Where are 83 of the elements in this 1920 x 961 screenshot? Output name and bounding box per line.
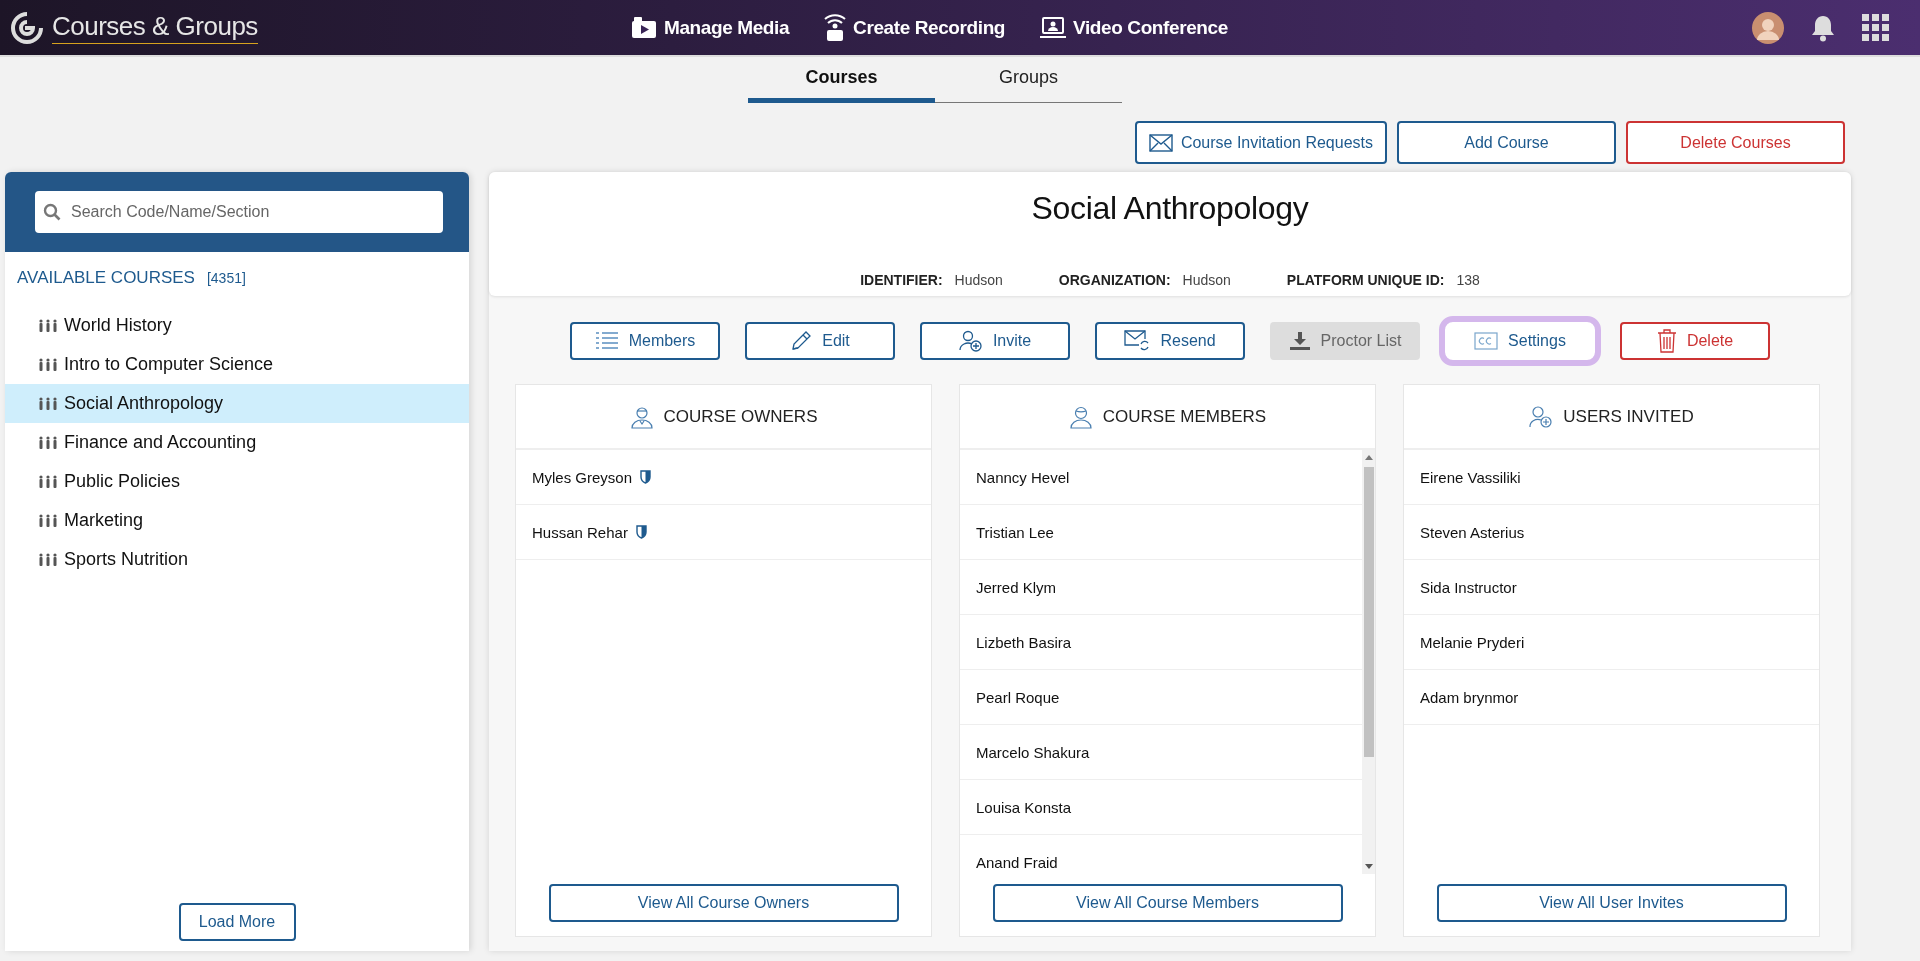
avatar-button[interactable] (1752, 11, 1784, 44)
action-button[interactable]: Invite (920, 322, 1070, 360)
field-value: Hudson (954, 272, 1003, 288)
field-value: Hudson (1182, 272, 1231, 288)
people-icon (38, 396, 58, 411)
people-icon (38, 318, 58, 333)
person-name: Pearl Roque (976, 688, 1060, 706)
field-label: PLATFORM UNIQUE ID: (1286, 272, 1445, 288)
notification-bell-icon (1810, 13, 1836, 42)
trash-icon (1656, 329, 1677, 353)
person-name: Sida Instructor (1420, 578, 1517, 596)
app-title: Courses & Groups (52, 11, 258, 44)
app-grid-button[interactable] (1862, 13, 1890, 42)
add-user-icon (958, 330, 983, 352)
add-user-icon (1529, 404, 1554, 429)
person-name: Eirene Vassiliki (1420, 468, 1521, 486)
avatar-icon (1752, 11, 1784, 44)
course-item[interactable]: Finance and Accounting (5, 423, 469, 462)
section-heading: AVAILABLE COURSES (17, 268, 195, 288)
panel-heading: COURSE OWNERS (663, 406, 818, 427)
course-item[interactable]: Public Policies (5, 462, 469, 501)
logo-icon (10, 10, 44, 45)
search-field[interactable]: Search Code/Name/Section (35, 191, 443, 233)
people-icon (38, 474, 58, 489)
people-icon (38, 435, 58, 450)
person-name: Nanncy Hevel (976, 468, 1070, 486)
people-icon (38, 357, 58, 372)
video-folder-icon (630, 15, 658, 40)
person-name: Melanie Pryderi (1420, 633, 1525, 651)
course-item[interactable]: Sports Nutrition (5, 540, 469, 579)
people-icon (38, 513, 58, 528)
add-button[interactable]: Add Course (1397, 121, 1616, 164)
broadcast-camera-icon (823, 13, 848, 42)
person-name: Marcelo Shakura (976, 743, 1090, 761)
course-count: [4351] (206, 270, 246, 286)
person-name: Steven Asterius (1420, 523, 1525, 541)
person-name: Myles Greyson (532, 468, 633, 486)
tab[interactable]: Groups (935, 57, 1122, 103)
list-icon (594, 331, 619, 351)
course-item[interactable]: World History (5, 306, 469, 345)
person-name: Lizbeth Basira (976, 633, 1072, 651)
user-tie-icon (629, 404, 654, 429)
person-name: Anand Fraid (976, 853, 1058, 871)
field-label: ORGANIZATION: (1058, 272, 1171, 288)
pencil-icon (790, 330, 813, 352)
presenter-screen-icon (1039, 15, 1068, 40)
load-more-button[interactable]: Load More (178, 903, 296, 941)
person-name: Jerred Klym (976, 578, 1057, 596)
notification-bell-button[interactable] (1810, 13, 1836, 42)
action-button[interactable]: Delete (1620, 322, 1770, 360)
nav-link[interactable]: Manage Media (630, 15, 790, 40)
search-icon (43, 203, 61, 221)
field-value: 138 (1456, 272, 1480, 288)
delete-button[interactable]: Delete Courses (1626, 121, 1845, 164)
envelope-icon (1148, 133, 1173, 152)
course-title: Social Anthropology (1031, 190, 1309, 227)
course-item[interactable]: Marketing (5, 501, 469, 540)
course-item[interactable]: Intro to Computer Science (5, 345, 469, 384)
person-name: Louisa Konsta (976, 798, 1072, 816)
closed-caption-icon (1474, 332, 1499, 350)
field-label: IDENTIFIER: (860, 272, 943, 288)
people-icon (38, 552, 58, 567)
scrollbar[interactable] (1362, 450, 1375, 874)
action-button[interactable]: Members (570, 322, 720, 360)
invitation-requests-button[interactable]: Course Invitation Requests (1134, 121, 1387, 164)
nav-link[interactable]: Video Conference (1039, 15, 1228, 40)
person-name: Hussan Rehar (532, 523, 628, 541)
view-all-button[interactable]: View All Course Members (992, 884, 1343, 922)
tab[interactable]: Courses (748, 57, 935, 103)
envelope-refresh-icon (1124, 330, 1151, 352)
panel-heading: COURSE MEMBERS (1102, 406, 1267, 427)
person-name: Tristian Lee (976, 523, 1054, 541)
view-all-button[interactable]: View All User Invites (1436, 884, 1787, 922)
user-icon (1068, 404, 1093, 429)
panel-heading: USERS INVITED (1563, 406, 1694, 427)
action-button[interactable]: Resend (1095, 322, 1245, 360)
action-button[interactable]: Edit (745, 322, 895, 360)
view-all-button[interactable]: View All Course Owners (548, 884, 899, 922)
course-item[interactable]: Social Anthropology (5, 384, 469, 423)
app-grid-icon (1862, 13, 1890, 42)
download-icon (1288, 331, 1311, 351)
nav-link[interactable]: Create Recording (823, 13, 1006, 42)
person-name: Adam brynmor (1420, 688, 1519, 706)
